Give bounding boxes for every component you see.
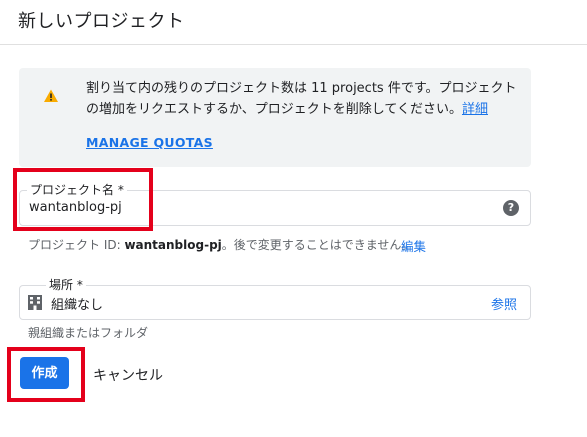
project-id-hint: プロジェクト ID: wantanblog-pj。後で変更することはできません。 <box>28 236 413 253</box>
help-icon[interactable]: ? <box>503 200 519 216</box>
project-name-field[interactable]: プロジェクト名 * wantanblog-pj ? <box>19 182 531 226</box>
detail-link[interactable]: 詳細 <box>462 102 488 117</box>
location-label: 場所 * <box>46 277 86 293</box>
create-button[interactable]: 作成 <box>20 357 69 389</box>
quota-warning-box: 割り当て内の残りのプロジェクト数は 11 projects 件です。プロジェクト… <box>19 68 531 167</box>
edit-project-id-link[interactable]: 編集 <box>401 236 426 255</box>
project-id-suffix: 。後で変更することはできません。 <box>221 238 414 252</box>
warning-icon <box>44 89 58 102</box>
cancel-button[interactable]: キャンセル <box>93 365 163 385</box>
page-title: 新しいプロジェクト <box>18 11 185 32</box>
building-icon <box>28 295 42 310</box>
browse-location-link[interactable]: 参照 <box>491 294 517 313</box>
warning-text: 割り当て内の残りのプロジェクト数は 11 projects 件です。プロジェクト… <box>86 78 526 120</box>
project-id-prefix: プロジェクト ID: <box>28 238 125 252</box>
warning-message: 割り当て内の残りのプロジェクト数は 11 projects 件です。プロジェクト… <box>86 81 517 117</box>
project-name-label: プロジェクト名 * <box>27 182 127 198</box>
location-field[interactable]: 場所 * 組織なし 参照 <box>19 277 531 320</box>
manage-quotas-link[interactable]: MANAGE QUOTAS <box>86 135 213 150</box>
location-hint: 親組織またはフォルダ <box>28 326 149 340</box>
project-id-value: wantanblog-pj <box>124 238 222 252</box>
location-value: 組織なし <box>51 298 104 313</box>
project-name-input[interactable]: wantanblog-pj <box>29 200 122 215</box>
header: 新しいプロジェクト <box>0 0 587 45</box>
